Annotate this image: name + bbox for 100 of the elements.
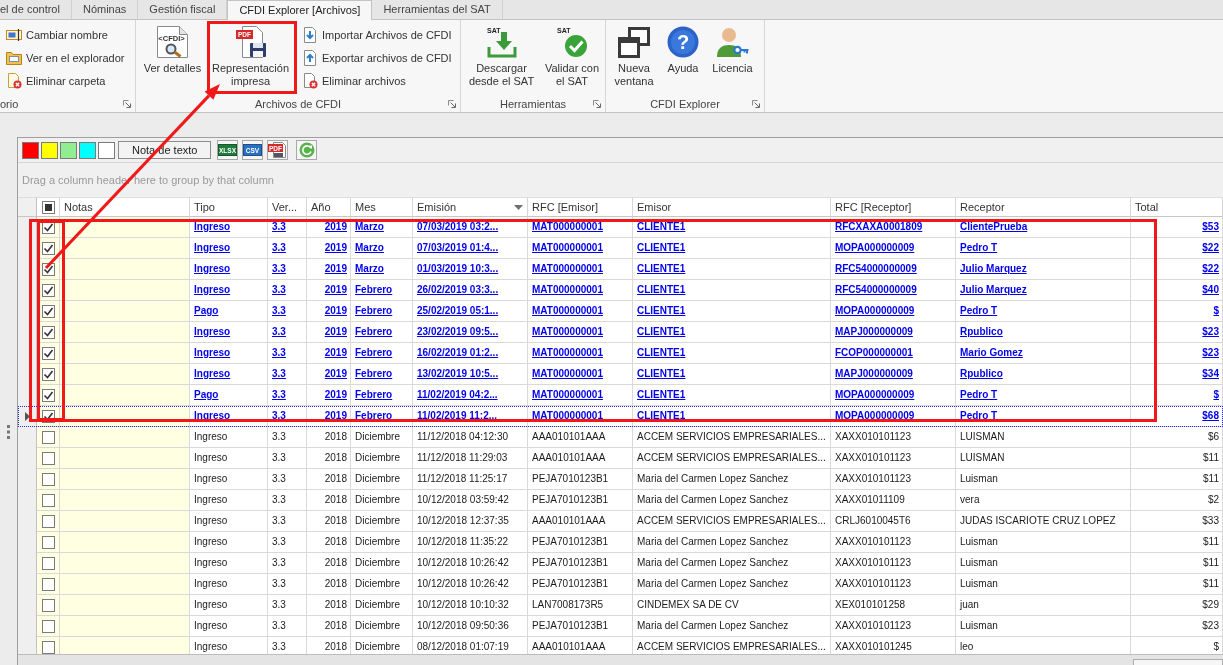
row-checkbox[interactable] xyxy=(41,472,55,486)
table-cell[interactable]: $40 xyxy=(1131,280,1223,301)
table-cell[interactable]: 13/02/2019 10:5... xyxy=(413,364,528,385)
table-cell[interactable]: Ingreso xyxy=(190,322,268,343)
table-cell[interactable]: MAPJ000000009 xyxy=(831,364,956,385)
row-header-cell[interactable] xyxy=(18,427,37,448)
table-cell[interactable]: 3.3 xyxy=(268,280,307,301)
table-cell[interactable]: RFC54000000009 xyxy=(831,259,956,280)
column-header[interactable]: Emisión xyxy=(413,197,528,217)
row-checkbox[interactable] xyxy=(41,451,55,465)
table-cell[interactable]: 3.3 xyxy=(268,343,307,364)
table-cell[interactable]: MOPA000000009 xyxy=(831,385,956,406)
table-cell[interactable]: CLIENTE1 xyxy=(633,364,831,385)
ribbon-button[interactable]: Eliminar archivos xyxy=(299,69,455,92)
table-cell[interactable]: MOPA000000009 xyxy=(831,406,956,427)
table-cell[interactable]: 26/02/2019 03:3... xyxy=(413,280,528,301)
row-checkbox[interactable] xyxy=(41,241,55,255)
table-cell[interactable]: 2019 xyxy=(307,280,351,301)
table-cell[interactable]: Febrero xyxy=(351,301,413,322)
note-button[interactable]: Nota de texto xyxy=(118,141,212,159)
table-cell[interactable]: CLIENTE1 xyxy=(633,238,831,259)
table-cell[interactable]: CLIENTE1 xyxy=(633,280,831,301)
column-header[interactable]: Receptor xyxy=(956,197,1131,217)
color-swatch-icon[interactable] xyxy=(41,141,58,159)
table-cell[interactable]: 2019 xyxy=(307,217,351,238)
table-cell[interactable]: MAT000000001 xyxy=(528,322,633,343)
table-cell[interactable]: $23 xyxy=(1131,322,1223,343)
row-checkbox[interactable] xyxy=(41,388,55,402)
table-cell[interactable]: CLIENTE1 xyxy=(633,406,831,427)
table-cell[interactable]: 11/02/2019 04:2... xyxy=(413,385,528,406)
table-cell[interactable]: 07/03/2019 03:2... xyxy=(413,217,528,238)
table-cell[interactable]: 2019 xyxy=(307,238,351,259)
table-cell[interactable]: $22 xyxy=(1131,238,1223,259)
table-cell[interactable]: 3.3 xyxy=(268,406,307,427)
row-checkbox[interactable] xyxy=(41,619,55,633)
table-cell[interactable]: Julio Marquez xyxy=(956,280,1131,301)
table-cell[interactable]: Rpublico xyxy=(956,364,1131,385)
table-cell[interactable]: 2019 xyxy=(307,406,351,427)
column-header[interactable]: Notas xyxy=(60,197,190,217)
table-cell[interactable]: MAT000000001 xyxy=(528,385,633,406)
table-cell[interactable]: Febrero xyxy=(351,406,413,427)
table-cell[interactable]: Pedro T xyxy=(956,238,1131,259)
table-cell[interactable]: 3.3 xyxy=(268,217,307,238)
row-checkbox[interactable] xyxy=(41,346,55,360)
table-cell[interactable]: $53 xyxy=(1131,217,1223,238)
table-cell[interactable]: 07/03/2019 01:4... xyxy=(413,238,528,259)
ribbon-button[interactable]: Cambiar nombre xyxy=(3,23,128,46)
table-cell[interactable]: CLIENTE1 xyxy=(633,301,831,322)
table-cell[interactable]: Ingreso xyxy=(190,364,268,385)
table-cell[interactable]: MAT000000001 xyxy=(528,406,633,427)
dialog-launcher-icon[interactable] xyxy=(123,100,131,108)
dialog-launcher-icon[interactable] xyxy=(593,100,601,108)
table-cell[interactable]: MOPA000000009 xyxy=(831,238,956,259)
table-cell[interactable]: MAT000000001 xyxy=(528,280,633,301)
table-cell[interactable]: CLIENTE1 xyxy=(633,385,831,406)
splitter-grip-icon[interactable] xyxy=(7,425,10,439)
table-cell[interactable]: 3.3 xyxy=(268,385,307,406)
row-checkbox[interactable] xyxy=(41,535,55,549)
ribbon-button[interactable]: Licencia xyxy=(707,22,758,94)
table-cell[interactable]: Ingreso xyxy=(190,406,268,427)
row-checkbox[interactable] xyxy=(41,325,55,339)
table-cell[interactable]: Pedro T xyxy=(956,406,1131,427)
table-cell[interactable]: Pago xyxy=(190,385,268,406)
table-cell[interactable]: MAT000000001 xyxy=(528,259,633,280)
table-cell[interactable]: CLIENTE1 xyxy=(633,217,831,238)
dialog-launcher-icon[interactable] xyxy=(448,100,456,108)
table-cell[interactable]: 23/02/2019 09:5... xyxy=(413,322,528,343)
table-cell[interactable]: Pedro T xyxy=(956,385,1131,406)
ribbon-button[interactable]: Exportar archivos de CFDI xyxy=(299,46,455,69)
color-swatch-icon[interactable] xyxy=(60,141,77,159)
table-cell[interactable]: Ingreso xyxy=(190,217,268,238)
column-header[interactable]: RFC [Emisor] xyxy=(528,197,633,217)
row-checkbox[interactable] xyxy=(41,640,55,654)
table-cell[interactable]: 2019 xyxy=(307,322,351,343)
table-cell[interactable]: RFC54000000009 xyxy=(831,280,956,301)
table-cell[interactable]: 2019 xyxy=(307,385,351,406)
table-cell[interactable]: ClientePrueba xyxy=(956,217,1131,238)
table-cell[interactable]: 2019 xyxy=(307,259,351,280)
table-cell[interactable]: 3.3 xyxy=(268,238,307,259)
table-cell[interactable]: 2019 xyxy=(307,364,351,385)
table-cell[interactable]: CLIENTE1 xyxy=(633,322,831,343)
table-cell[interactable]: 3.3 xyxy=(268,322,307,343)
ribbon-button[interactable]: Importar Archivos de CFDI xyxy=(299,23,455,46)
row-header-cell[interactable] xyxy=(18,637,37,654)
table-cell[interactable]: MAT000000001 xyxy=(528,301,633,322)
row-checkbox[interactable] xyxy=(41,283,55,297)
row-checkbox[interactable] xyxy=(41,514,55,528)
table-cell[interactable]: $34 xyxy=(1131,364,1223,385)
row-checkbox[interactable] xyxy=(41,556,55,570)
table-cell[interactable]: MAT000000001 xyxy=(528,217,633,238)
row-checkbox[interactable] xyxy=(41,493,55,507)
table-cell[interactable]: $23 xyxy=(1131,343,1223,364)
row-checkbox[interactable] xyxy=(41,367,55,381)
table-cell[interactable]: RFCXAXA0001809 xyxy=(831,217,956,238)
table-cell[interactable]: Marzo xyxy=(351,259,413,280)
table-cell[interactable]: Febrero xyxy=(351,322,413,343)
table-cell[interactable]: Julio Marquez xyxy=(956,259,1131,280)
table-cell[interactable]: CLIENTE1 xyxy=(633,343,831,364)
refresh-button[interactable] xyxy=(296,140,318,160)
table-cell[interactable]: CLIENTE1 xyxy=(633,259,831,280)
